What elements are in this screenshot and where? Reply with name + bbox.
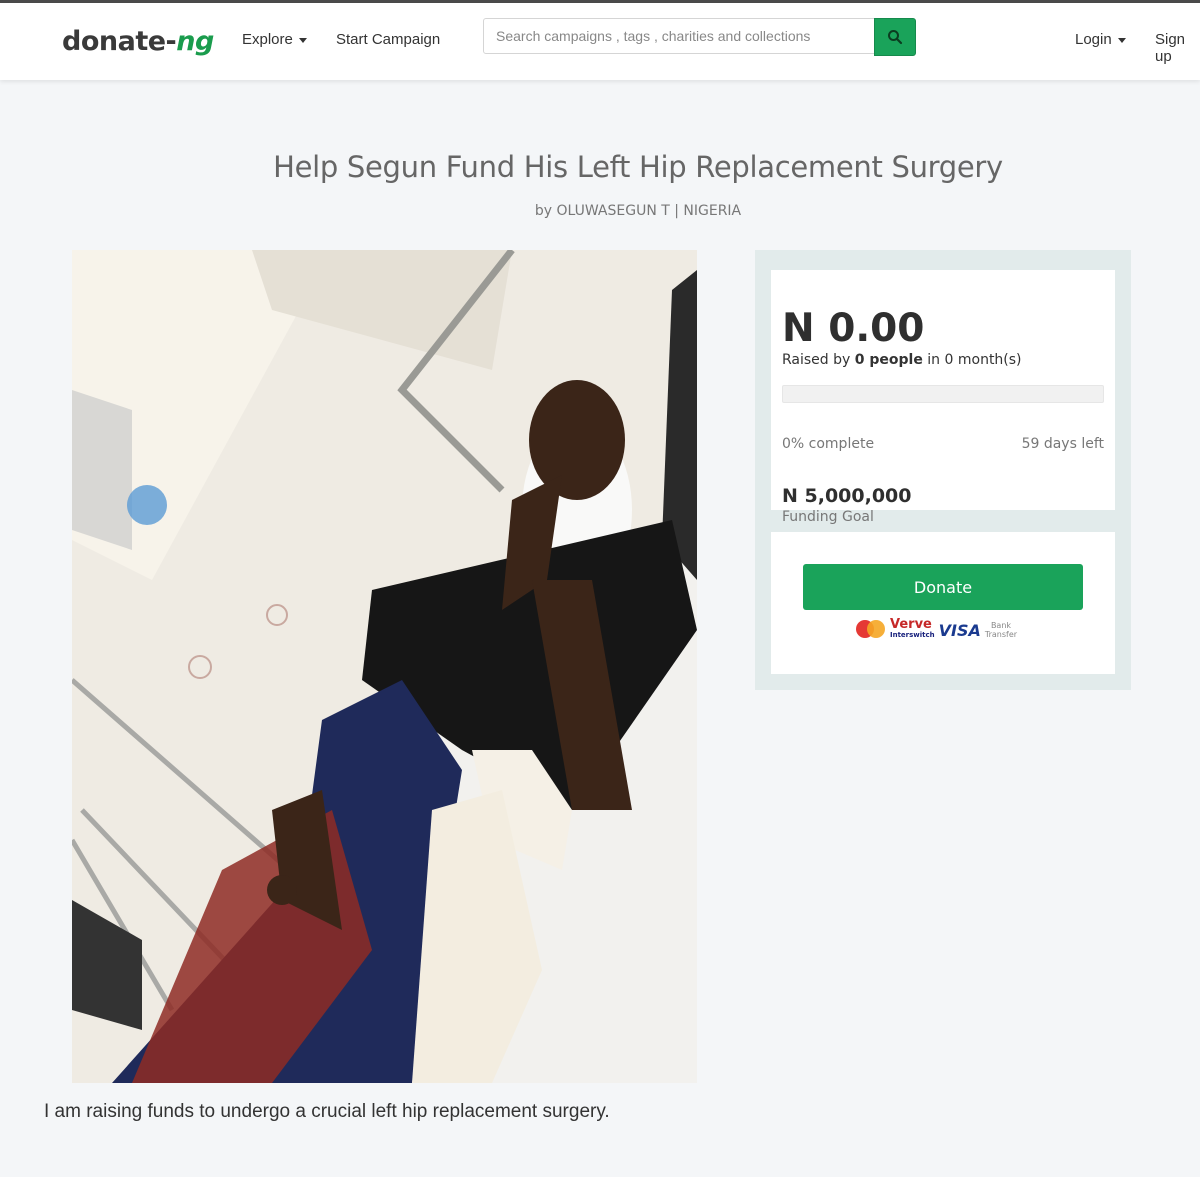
page-title: Help Segun Fund His Left Hip Replacement… — [273, 150, 1003, 184]
funding-goal-amount: N 5,000,000 — [782, 485, 912, 507]
search-bar — [483, 18, 916, 56]
campaign-photo-illustration — [72, 250, 697, 1083]
navbar: donate-ng Explore Start Campaign Login S… — [0, 3, 1200, 80]
interswitch-text: Interswitch — [890, 631, 935, 639]
bank-transfer-label: Bank Transfer — [985, 621, 1017, 639]
mastercard-icon — [856, 620, 886, 640]
bank-line2: Transfer — [984, 630, 1018, 639]
days-left: 59 days left — [1021, 436, 1104, 452]
verve-logo: Verve Interswitch — [890, 618, 935, 641]
campaign-byline: by OLUWASEGUN T | NIGERIA — [534, 203, 742, 219]
search-icon — [888, 30, 903, 45]
donation-panel: N 0.00 Raised by 0 people in 0 month(s) … — [755, 250, 1131, 690]
campaign-description: I am raising funds to undergo a crucial … — [44, 1101, 610, 1122]
percent-complete: 0% complete — [782, 436, 875, 452]
donate-button[interactable]: Donate — [803, 564, 1083, 610]
caret-down-icon — [298, 38, 307, 43]
donor-count: 0 people — [854, 352, 923, 368]
login-menu[interactable]: Login — [1075, 31, 1126, 48]
logo-text: donate- — [62, 25, 177, 57]
search-button[interactable] — [874, 18, 916, 56]
raised-suffix: in 0 month(s) — [922, 352, 1022, 368]
explore-menu[interactable]: Explore — [242, 31, 307, 48]
logo-accent: ng — [176, 25, 214, 57]
explore-label: Explore — [242, 31, 293, 48]
funding-goal-label: Funding Goal — [782, 509, 874, 525]
start-campaign-label: Start Campaign — [336, 31, 441, 48]
caret-down-icon — [1117, 38, 1126, 43]
donate-card: Donate Verve Interswitch VISA Bank Trans… — [771, 532, 1115, 674]
raised-summary: Raised by 0 people in 0 month(s) — [782, 352, 1022, 368]
login-label: Login — [1075, 31, 1112, 48]
funding-stats-card: N 0.00 Raised by 0 people in 0 month(s) … — [771, 270, 1115, 525]
payment-methods: Verve Interswitch VISA Bank Transfer — [856, 615, 1036, 645]
amount-raised: N 0.00 — [782, 306, 925, 351]
logo[interactable]: donate-ng — [62, 23, 214, 59]
search-input[interactable] — [483, 18, 888, 54]
raised-prefix: Raised by — [782, 352, 855, 368]
visa-logo: VISA — [938, 620, 981, 640]
funding-progress-bar — [782, 385, 1104, 403]
start-campaign-link[interactable]: Start Campaign — [336, 31, 440, 48]
signup-label: Sign up — [1155, 31, 1186, 65]
campaign-photo — [72, 250, 697, 1083]
bank-line1: Bank — [990, 621, 1012, 630]
signup-link[interactable]: Sign up — [1155, 31, 1200, 65]
